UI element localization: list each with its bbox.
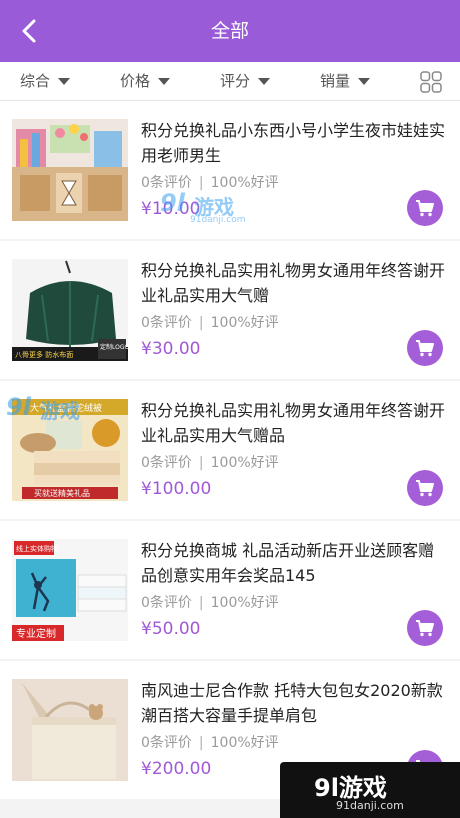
product-price: ¥50.00 xyxy=(141,619,201,639)
review-count: 0条评价 xyxy=(141,315,192,331)
product-meta: 0条评价 | 100%好评 xyxy=(141,732,279,752)
product-item[interactable]: 积分兑换礼品小东西小号小学生夜市娃娃实用老师男生 0条评价 | 100%好评 ¥10… xyxy=(0,101,460,239)
product-meta: 0条评价 | 100%好评 xyxy=(141,312,279,332)
thumb-caption: 专业定制 xyxy=(16,627,56,640)
watermark-site: 91danji.com xyxy=(336,799,404,812)
product-name: 积分兑换礼品小东西小号小学生夜市娃娃实用老师男生 xyxy=(141,121,446,165)
divider: | xyxy=(198,315,204,331)
filter-bar: 综合 价格 评分 销量 xyxy=(0,62,460,101)
filter-rating[interactable]: 评分 xyxy=(220,62,271,101)
watermark-brand: 9l游戏 xyxy=(314,774,387,802)
add-to-cart-button[interactable] xyxy=(407,610,443,646)
product-image: 八骨更多 防水布面 定制LOGO xyxy=(12,259,128,361)
add-to-cart-button[interactable] xyxy=(407,330,443,366)
cart-icon xyxy=(416,340,434,357)
review-count: 0条评价 xyxy=(141,455,192,471)
filter-label: 价格 xyxy=(120,72,151,90)
rating-text: 100%好评 xyxy=(210,595,279,611)
filter-label: 评分 xyxy=(220,72,251,90)
product-name: 积分兑换商城 礼品活动新店开业送顾客赠品创意实用年会奖品145 xyxy=(141,541,435,585)
watermark-logo: 9l xyxy=(160,189,185,217)
cart-icon xyxy=(416,620,434,637)
rating-text: 100%好评 xyxy=(210,735,279,751)
cart-icon xyxy=(416,480,434,497)
product-item[interactable]: 大气礼盒装驼绒被 买就送精美礼品 积分兑换礼品实用礼物男女通用年终答谢开业礼品实… xyxy=(0,381,460,519)
product-name: 积分兑换礼品实用礼物男女通用年终答谢开业礼品实用大气赠品 xyxy=(141,401,446,445)
top-bar: 全部 xyxy=(0,0,460,62)
filter-price[interactable]: 价格 xyxy=(120,62,171,101)
add-to-cart-button[interactable] xyxy=(407,190,443,226)
product-image xyxy=(12,119,128,221)
rating-text: 100%好评 xyxy=(210,455,279,471)
product-price: ¥30.00 xyxy=(141,339,201,359)
rating-text: 100%好评 xyxy=(210,315,279,331)
watermark-logo: 9l xyxy=(6,393,31,421)
watermark-banner: 9l游戏 91danji.com xyxy=(280,762,460,818)
cart-icon xyxy=(416,200,434,217)
caret-down-icon xyxy=(358,78,371,85)
divider: | xyxy=(198,175,204,191)
filter-sales[interactable]: 销量 xyxy=(320,62,371,101)
product-price: ¥200.00 xyxy=(141,759,212,779)
divider: | xyxy=(198,595,204,611)
caret-down-icon xyxy=(58,78,71,85)
thumb-caption: 八骨更多 防水布面 xyxy=(15,350,73,359)
product-name: 积分兑换礼品实用礼物男女通用年终答谢开业礼品实用大气赠 xyxy=(141,261,446,305)
app-screen: 全部 综合 价格 评分 销量 积分兑换礼品小东西小号小学生夜市娃娃实用老师男生 … xyxy=(0,0,460,818)
divider: | xyxy=(198,735,204,751)
product-item[interactable]: 八骨更多 防水布面 定制LOGO 积分兑换礼品实用礼物男女通用年终答谢开业礼品实… xyxy=(0,241,460,379)
watermark-logo: 游戏 xyxy=(40,399,80,423)
page-title: 全部 xyxy=(210,20,249,42)
caret-down-icon xyxy=(158,78,171,85)
product-image: 线上实体购物 专业定制 xyxy=(12,539,128,641)
review-count: 0条评价 xyxy=(141,595,192,611)
thumb-caption: 买就送精美礼品 xyxy=(34,488,90,498)
filter-comprehensive[interactable]: 综合 xyxy=(20,62,71,101)
product-image xyxy=(12,679,128,781)
grid-view-icon[interactable] xyxy=(420,71,442,93)
watermark-site: 91danji.com xyxy=(190,215,246,225)
filter-label: 综合 xyxy=(20,72,51,90)
caret-down-icon xyxy=(258,78,271,85)
product-name: 南风迪士尼合作款 托特大包包女2020新款潮百搭大容量手提单肩包 xyxy=(141,681,443,725)
product-item[interactable]: 线上实体购物 专业定制 积分兑换商城 礼品活动新店开业送顾客赠品创意实用年会奖品… xyxy=(0,521,460,659)
thumb-badge: 定制LOGO xyxy=(100,343,128,351)
rating-text: 100%好评 xyxy=(210,175,279,191)
filter-label: 销量 xyxy=(320,72,351,90)
add-to-cart-button[interactable] xyxy=(407,470,443,506)
product-meta: 0条评价 | 100%好评 xyxy=(141,592,279,612)
product-price: ¥100.00 xyxy=(141,479,212,499)
thumb-caption: 线上实体购物 xyxy=(16,544,58,553)
review-count: 0条评价 xyxy=(141,735,192,751)
product-meta: 0条评价 | 100%好评 xyxy=(141,452,279,472)
divider: | xyxy=(198,455,204,471)
